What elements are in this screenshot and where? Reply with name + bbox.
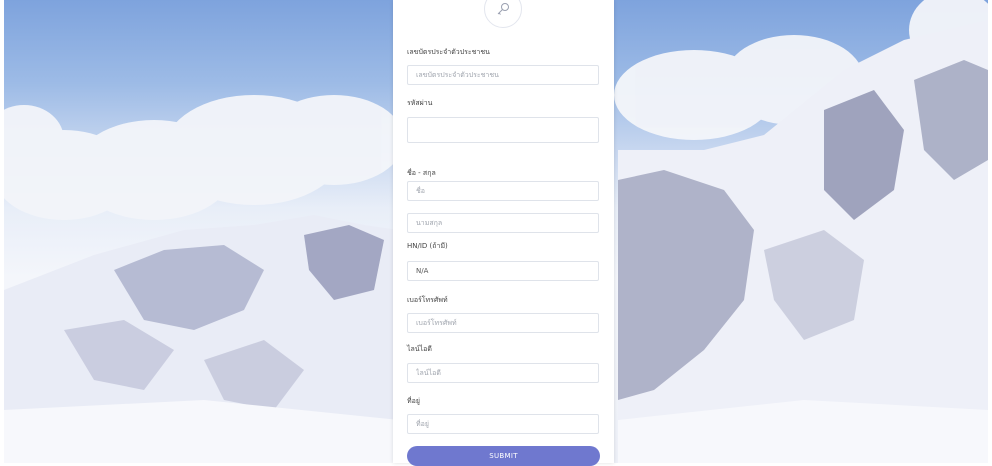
first-name-input[interactable] [407, 181, 599, 201]
label-phone: เบอร์โทรศัพท์ [407, 296, 448, 304]
hn-id-input[interactable] [407, 261, 599, 281]
password-input[interactable] [407, 117, 599, 143]
label-line-id: ไลน์ไอดี [407, 345, 432, 353]
last-name-input[interactable] [407, 213, 599, 233]
label-id-card: เลขบัตรประจำตัวประชาชน [407, 48, 490, 56]
label-address: ที่อยู่ [407, 397, 420, 405]
line-id-input[interactable] [407, 363, 599, 383]
id-card-input[interactable] [407, 65, 599, 85]
label-full-name: ชื่อ - สกุล [407, 169, 436, 177]
key-icon-badge [484, 0, 522, 28]
address-input[interactable] [407, 414, 599, 434]
label-hn-id: HN/ID (ถ้ามี) [407, 242, 448, 250]
registration-form: เลขบัตรประจำตัวประชาชน รหัสผ่าน ชื่อ - ส… [393, 0, 614, 466]
submit-button[interactable]: SUBMIT [407, 446, 600, 466]
label-password: รหัสผ่าน [407, 99, 433, 107]
key-icon [497, 3, 509, 15]
phone-input[interactable] [407, 313, 599, 333]
